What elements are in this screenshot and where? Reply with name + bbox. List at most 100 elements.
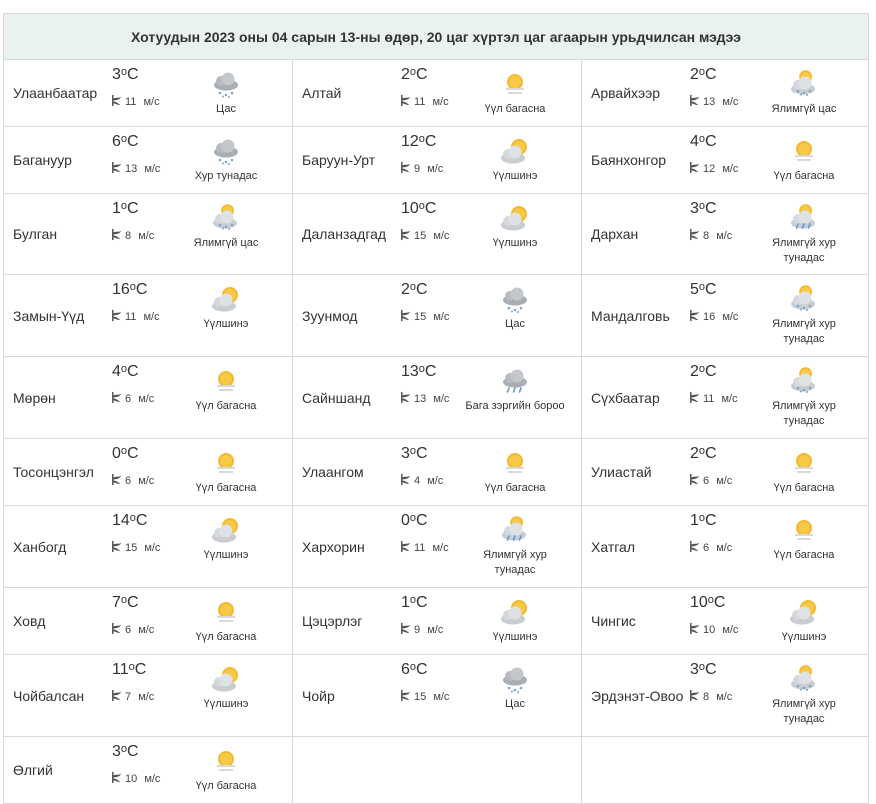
table-row: Ховд 7oC 6 м/с Үүл багасна Цэцэрлэг 1oC 9 м/с Ү… [4,588,868,655]
city-name: Замын-Үүд [13,307,85,324]
temperature: 4oC [690,133,717,150]
weather-condition: Ялимгүй хур тунадас [752,204,856,266]
weather-condition: Ялимгүй цас [752,70,856,117]
city-name: Мөрөн [13,389,56,406]
temperature: 4oC [112,363,139,380]
temperature: 2oC [690,363,717,380]
weather-description: Ялимгүй хур тунадас [772,698,836,725]
weather-condition: Үүл багасна [174,367,278,414]
temperature: 1oC [401,594,428,611]
wind-icon [688,391,701,407]
weather-description: Хур тунадас [194,170,258,182]
weather-condition: Үүлшинэ [174,285,278,332]
weather-condition: Үүл багасна [752,137,856,184]
temperature: 16oC [112,281,148,298]
wind-icon [110,228,123,244]
weather-condition: Үүлшинэ [174,516,278,563]
city-forecast-cell: Цэцэрлэг 1oC 9 м/с Үүлшинэ [293,588,582,654]
wind-icon [399,540,412,556]
temperature: 2oC [690,445,717,462]
wind-icon [688,94,701,110]
partly-cloudy-rain-icon [787,204,821,237]
temperature: 6oC [401,661,428,678]
sun-haze-icon [498,449,532,482]
cloud-snow-icon [209,70,243,103]
city-name: Алтай [302,85,342,101]
temperature: 0oC [401,512,428,529]
city-forecast-cell: Булган 1oC 8 м/с Ялимгүй цас [4,194,293,274]
wind-icon [110,540,123,556]
city-forecast-cell: Баруун-Урт 12oC 9 м/с Үүлшинэ [293,127,582,193]
city-name: Дархан [591,226,639,242]
sun-haze-icon [209,747,243,780]
weather-condition: Үүл багасна [174,747,278,794]
weather-description: Үүл багасна [773,170,835,182]
city-name: Мандалговь [591,307,670,324]
wind-icon [399,622,412,638]
wind-speed: 13 м/с [110,161,160,177]
table-row: Чойбалсан 11oC 7 м/с Үүлшинэ Чойр 6oC 15 м/с Ца… [4,655,868,737]
weather-description: Үүлшинэ [492,631,538,643]
weather-description: Цас [505,318,525,330]
temperature: 1oC [690,512,717,529]
city-name: Арвайхээр [591,85,661,101]
city-forecast-cell: Тосонцэнгэл 0oC 6 м/с Үүл багасна [4,439,293,505]
wind-icon [110,94,123,110]
wind-speed: 16 м/с [688,309,738,325]
wind-icon [110,689,123,705]
weather-condition: Ялимгүй хур тунадас [752,285,856,347]
city-forecast-cell: Ховд 7oC 6 м/с Үүл багасна [4,588,293,654]
city-forecast-cell: Зуунмод 2oC 15 м/с Цас [293,275,582,356]
temperature: 10oC [401,200,437,217]
weather-condition: Үүл багасна [752,449,856,496]
city-name: Даланзадгад [302,226,387,242]
city-name: Сайншанд [302,389,371,406]
empty-cell [582,737,870,803]
weather-condition: Цас [174,70,278,117]
wind-speed: 8 м/с [688,689,732,705]
wind-speed: 11 м/с [110,94,160,110]
weather-description: Цас [505,698,525,710]
weather-description: Үүлшинэ [781,631,827,643]
weather-condition: Үүл багасна [174,449,278,496]
weather-description: Үүл багасна [195,400,257,412]
weather-description: Үүл багасна [773,549,835,561]
city-name: Сүхбаатар [591,389,660,406]
wind-speed: 9 м/с [399,161,443,177]
wind-speed: 10 м/с [110,771,160,787]
city-forecast-cell: Алтай 2oC 11 м/с Үүл багасна [293,60,582,126]
partly-cloudy-icon [787,367,821,400]
weather-condition: Үүл багасна [463,449,567,496]
wind-icon [399,309,412,325]
city-forecast-cell: Хатгал 1oC 6 м/с Үүл багасна [582,506,870,587]
wind-speed: 13 м/с [688,94,738,110]
cloud-snow-icon [498,285,532,318]
city-forecast-cell: Багануур 6oC 13 м/с Хур тунадас [4,127,293,193]
weather-condition: Цас [463,285,567,332]
weather-condition: Үүл багасна [174,598,278,645]
wind-speed: 6 м/с [688,540,732,556]
city-name: Багануур [13,152,72,168]
city-name: Баянхонгор [591,152,667,168]
weather-description: Ялимгүй хур тунадас [483,549,547,576]
sun-haze-icon [209,367,243,400]
city-name: Чойр [302,687,335,704]
city-forecast-cell: Чойбалсан 11oC 7 м/с Үүлшинэ [4,655,293,736]
wind-icon [688,228,701,244]
temperature: 14oC [112,512,148,529]
sun-haze-icon [787,449,821,482]
wind-speed: 6 м/с [110,473,154,489]
wind-icon [399,94,412,110]
weather-condition: Ялимгүй хур тунадас [752,367,856,429]
city-forecast-cell: Хархорин 0oC 11 м/с Ялимгүй хур тунадас [293,506,582,587]
sun-cloud-icon [787,598,821,631]
wind-icon [110,771,123,787]
sun-haze-icon [498,70,532,103]
wind-icon [110,473,123,489]
empty-cell [293,737,582,803]
wind-speed: 15 м/с [399,689,449,705]
weather-condition: Үүл багасна [463,70,567,117]
city-forecast-cell: Мандалговь 5oC 16 м/с Ялимгүй хур тунадас [582,275,870,356]
city-name: Булган [13,226,58,242]
weather-condition: Хур тунадас [174,137,278,184]
